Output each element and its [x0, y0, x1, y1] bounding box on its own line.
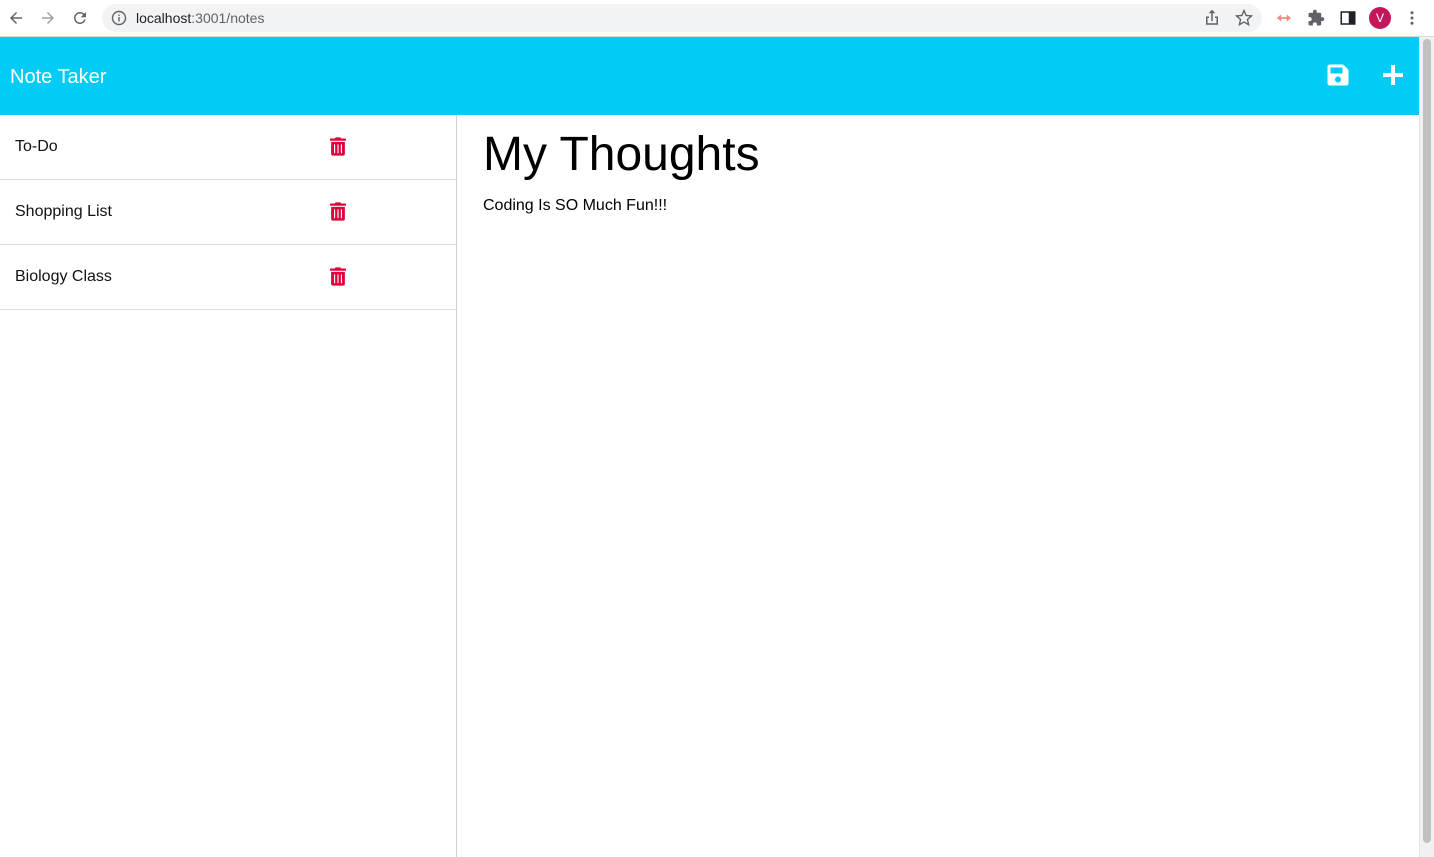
extensions-menu-button[interactable] — [1306, 8, 1326, 28]
share-icon[interactable] — [1203, 9, 1221, 27]
arrow-right-icon — [42, 12, 54, 24]
address-bar[interactable]: localhost:3001/notes — [102, 4, 1262, 32]
reload-icon — [74, 11, 86, 24]
extension-button[interactable] — [1273, 8, 1293, 28]
page-scrollbar[interactable] — [1419, 37, 1434, 857]
kebab-menu-icon — [1410, 11, 1414, 25]
plus-icon[interactable] — [1381, 63, 1405, 87]
notes-list: To-Do Shopping List Biology Class — [0, 115, 457, 857]
note-list-item[interactable]: Biology Class — [0, 245, 456, 310]
trash-icon[interactable] — [330, 137, 346, 156]
trash-icon[interactable] — [330, 202, 346, 221]
note-title-input[interactable]: My Thoughts — [483, 129, 760, 181]
note-editor: My Thoughts Coding Is SO Much Fun!!! — [457, 115, 1419, 857]
url-text: localhost:3001/notes — [136, 10, 264, 26]
note-title[interactable]: To-Do — [15, 138, 58, 156]
side-panel-icon — [1340, 11, 1356, 25]
reload-button[interactable] — [68, 6, 92, 30]
puzzle-icon — [1308, 9, 1325, 26]
url-host: localhost — [136, 10, 192, 26]
bookmark-star-icon[interactable] — [1235, 9, 1253, 27]
save-icon[interactable] — [1326, 63, 1350, 87]
browser-toolbar: localhost:3001/notes V — [0, 0, 1434, 37]
back-button[interactable] — [4, 6, 28, 30]
note-text-area[interactable]: Coding Is SO Much Fun!!! — [483, 197, 667, 215]
extension-logo-icon — [1276, 14, 1292, 22]
url-path: :3001/notes — [191, 10, 265, 26]
info-icon[interactable] — [111, 10, 127, 26]
scrollbar-thumb[interactable] — [1423, 39, 1431, 843]
note-title[interactable]: Biology Class — [15, 268, 112, 286]
app-brand[interactable]: Note Taker — [10, 65, 106, 89]
note-list-item[interactable]: To-Do — [0, 115, 456, 180]
forward-button[interactable] — [36, 6, 60, 30]
side-panel-button[interactable] — [1338, 8, 1358, 28]
profile-avatar[interactable]: V — [1369, 7, 1391, 29]
app-navbar: Note Taker — [0, 37, 1419, 115]
note-title[interactable]: Shopping List — [15, 203, 112, 221]
note-list-item[interactable]: Shopping List — [0, 180, 456, 245]
arrow-left-icon — [10, 12, 22, 24]
browser-menu-button[interactable] — [1402, 8, 1422, 28]
trash-icon[interactable] — [330, 267, 346, 286]
